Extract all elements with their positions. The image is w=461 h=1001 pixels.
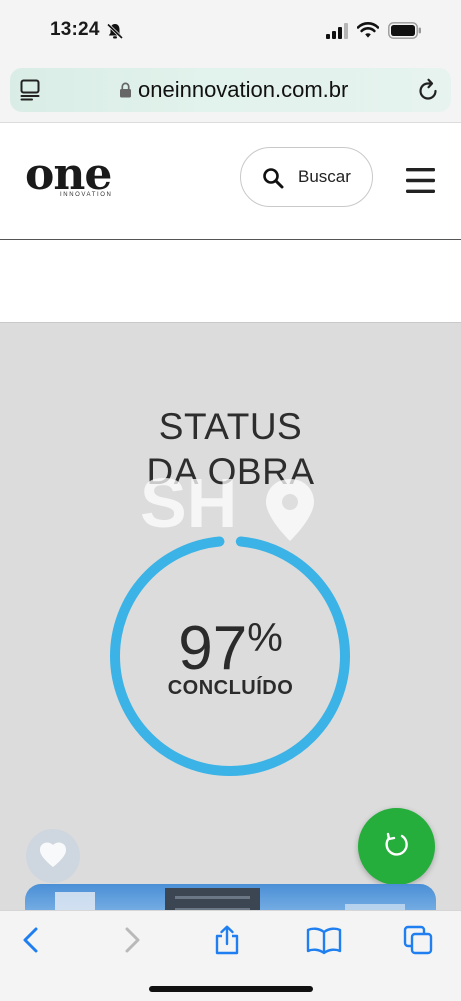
wifi-icon [357, 22, 379, 38]
bell-off-icon [106, 23, 124, 40]
accessibility-icon [39, 842, 67, 867]
browser-address-area: oneinnovation.com.br [0, 60, 461, 123]
reader-icon[interactable] [20, 79, 42, 101]
lock-icon [120, 82, 131, 98]
back-icon[interactable] [17, 925, 47, 955]
percent-sign: % [247, 616, 283, 660]
status-title-line1: STATUS [158, 406, 303, 447]
search-button[interactable]: Buscar [240, 147, 373, 207]
content-spacer [0, 240, 461, 323]
search-label: Buscar [298, 167, 351, 186]
accessibility-button[interactable] [26, 829, 80, 883]
search-icon [263, 168, 284, 189]
site-logo[interactable]: one INNOVATION [25, 153, 130, 201]
completed-label: CONCLUÍDO [167, 677, 294, 699]
status-time: 13:24 [50, 19, 100, 40]
signal-icon [326, 23, 348, 39]
building-image [55, 888, 405, 910]
chat-button[interactable] [358, 808, 435, 885]
forward-icon[interactable] [116, 925, 146, 955]
share-icon[interactable] [212, 925, 242, 955]
status-bar: 13:24 [0, 0, 461, 60]
home-indicator [149, 986, 313, 992]
browser-toolbar [0, 910, 461, 1001]
progress-percentage: 97% [0, 605, 461, 682]
address-bar[interactable]: oneinnovation.com.br [10, 68, 451, 112]
percent-value: 97 [178, 614, 248, 683]
logo-subtext: INNOVATION [60, 192, 113, 198]
battery-icon [388, 22, 421, 39]
bookmarks-icon[interactable] [306, 925, 342, 955]
site-header: one INNOVATION Buscar [0, 123, 461, 240]
tabs-icon[interactable] [403, 925, 433, 955]
construction-photo [25, 884, 436, 910]
chat-icon [385, 832, 408, 856]
status-section: STATUS DA OBRA SH 97% CONCLUÍDO [0, 323, 461, 910]
url-text[interactable]: oneinnovation.com.br [138, 77, 348, 103]
reload-icon[interactable] [416, 78, 440, 102]
menu-icon[interactable] [406, 167, 435, 194]
logo-text: one [25, 149, 112, 200]
